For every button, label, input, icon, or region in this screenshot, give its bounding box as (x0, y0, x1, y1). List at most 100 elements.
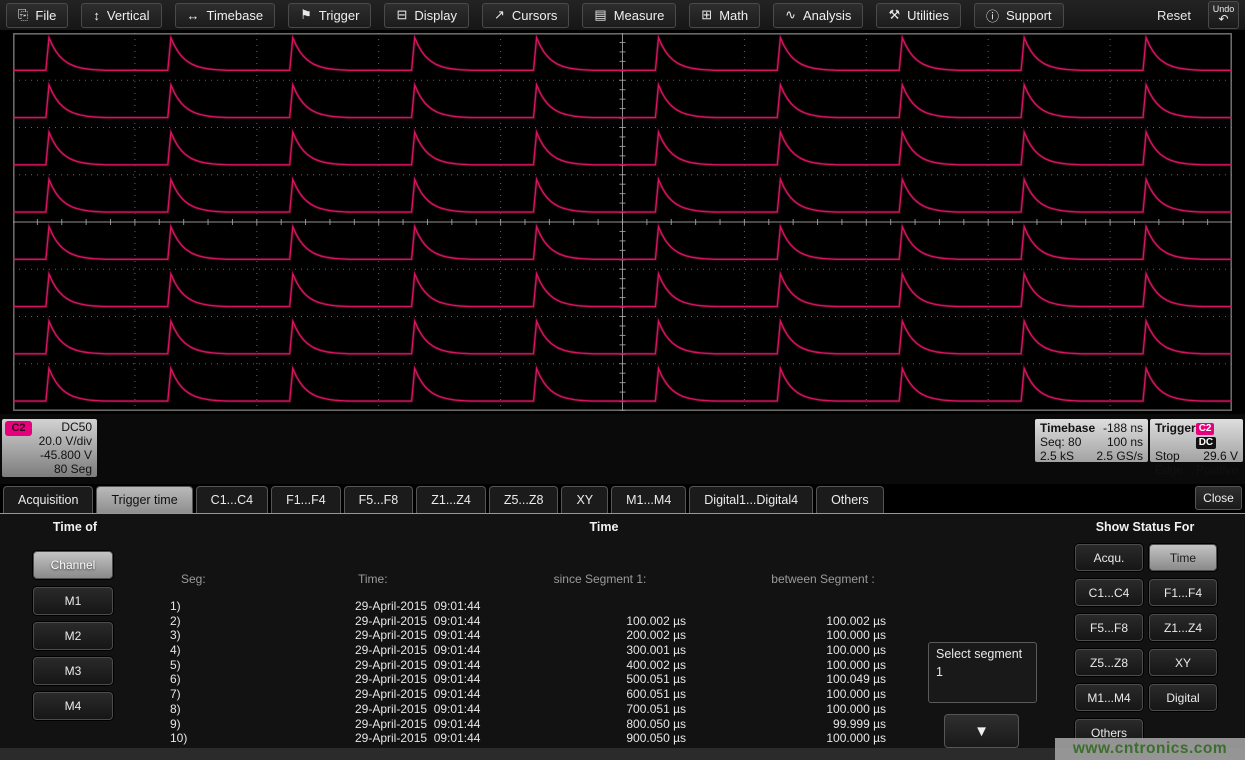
status-time-button[interactable]: Time (1149, 544, 1217, 571)
chart-icon: ∿ (785, 7, 796, 23)
cell-since: 100.002 µs (486, 614, 686, 629)
status-z1-z4-button[interactable]: Z1...Z4 (1149, 614, 1217, 641)
tab-m1-m4[interactable]: M1...M4 (611, 486, 686, 513)
status-z5-z8-button[interactable]: Z5...Z8 (1075, 649, 1143, 676)
undo-button[interactable]: Undo ↶ (1208, 1, 1239, 29)
cell-time: 29-April-2015 09:01:44 (355, 717, 480, 732)
timebase-title: Timebase (1040, 421, 1095, 435)
graticule (13, 33, 1232, 411)
menu-cursors-button[interactable]: ↗Cursors (482, 3, 569, 28)
menu-label: Measure (614, 8, 665, 23)
cell-between: 99.999 µs (686, 717, 886, 732)
select-segment-value: 1 (936, 665, 1029, 680)
table-row: 8)29-April-2015 09:01:44700.051 µs100.00… (0, 702, 1000, 717)
trigger-mode: Stop (1155, 449, 1180, 463)
timebase-per-div: 100 ns (1107, 435, 1143, 449)
menu-vertical-button[interactable]: ↕ Vertical (81, 3, 161, 28)
cell-between: 100.049 µs (686, 672, 886, 687)
tab-f1-f4[interactable]: F1...F4 (271, 486, 341, 513)
status-m1-m4-button[interactable]: M1...M4 (1075, 684, 1143, 711)
tab-others[interactable]: Others (816, 486, 884, 513)
flag-icon: ⚑ (300, 7, 312, 23)
m2-button[interactable]: M2 (33, 622, 113, 650)
show-status-title: Show Status For (1065, 520, 1225, 534)
close-button[interactable]: Close (1195, 486, 1242, 510)
undo-arrow-icon: ↶ (1218, 14, 1228, 25)
menu-label: Analysis (803, 8, 851, 23)
tab-trigger-time[interactable]: Trigger time (96, 486, 192, 513)
reset-button[interactable]: Reset (1157, 8, 1195, 23)
segment-table-headers: Seg: Time: since Segment 1: between Segm… (0, 572, 1000, 586)
m3-button[interactable]: M3 (33, 657, 113, 685)
status-f1-f4-button[interactable]: F1...F4 (1149, 579, 1217, 606)
vertical-arrows-icon: ↕ (93, 8, 100, 23)
cell-time: 29-April-2015 09:01:44 (355, 643, 480, 658)
timebase-descriptor[interactable]: Timebase -188 ns Seq: 80 100 ns 2.5 kS 2… (1035, 419, 1148, 462)
menu-label: Support (1006, 8, 1052, 23)
watermark: www.cntronics.com (1055, 738, 1245, 760)
tab-z1-z4[interactable]: Z1...Z4 (416, 486, 486, 513)
timebase-seq: Seq: 80 (1040, 435, 1081, 449)
segment-table: 1)29-April-2015 09:01:442)29-April-2015 … (0, 599, 1000, 746)
waveform-display[interactable] (0, 31, 1245, 414)
menu-timebase-button[interactable]: ↔ Timebase (175, 3, 276, 28)
tab-f5-f8[interactable]: F5...F8 (344, 486, 414, 513)
menu-analysis-button[interactable]: ∿ Analysis (773, 3, 863, 28)
menu-label: File (35, 8, 56, 23)
cell-time: 29-April-2015 09:01:44 (355, 658, 480, 673)
tab-c1-c4[interactable]: C1...C4 (196, 486, 268, 513)
cell-between: 100.000 µs (686, 702, 886, 717)
m1-button[interactable]: M1 (33, 587, 113, 615)
table-row: 5)29-April-2015 09:01:44400.002 µs100.00… (0, 658, 1000, 673)
cell-time: 29-April-2015 09:01:44 (355, 614, 480, 629)
status-digital-button[interactable]: Digital (1149, 684, 1217, 711)
channel-button[interactable]: Channel (33, 551, 113, 579)
cell-seg: 10) (170, 731, 187, 746)
cell-between: 100.000 µs (686, 643, 886, 658)
channel-descriptor-c2[interactable]: C2 DC50 20.0 V/div -45.800 V 80 Seg (2, 419, 97, 477)
cell-seg: 1) (170, 599, 181, 614)
status-f5-f8-button[interactable]: F5...F8 (1075, 614, 1143, 641)
menu-label: Vertical (107, 8, 150, 23)
menu-measure-button[interactable]: ▤Measure (582, 3, 676, 28)
horizontal-arrows-icon: ↔ (187, 8, 200, 23)
cell-between: 100.000 µs (686, 628, 886, 643)
tab-xy[interactable]: XY (561, 486, 608, 513)
status-c1-c4-button[interactable]: C1...C4 (1075, 579, 1143, 606)
trigger-title: Trigger (1155, 421, 1196, 449)
menu-trigger-button[interactable]: ⚑Trigger (288, 3, 371, 28)
menu-support-button[interactable]: ⓘSupport (974, 3, 1064, 28)
menu-label: Utilities (907, 8, 949, 23)
menu-label: Timebase (207, 8, 264, 23)
tab-acquisition[interactable]: Acquisition (3, 486, 93, 513)
menu-file-button[interactable]: ⎘File (6, 3, 68, 28)
cell-seg: 5) (170, 658, 181, 673)
table-row: 3)29-April-2015 09:01:44200.002 µs100.00… (0, 628, 1000, 643)
select-segment-field[interactable]: Select segment 1 (928, 642, 1037, 703)
cell-time: 29-April-2015 09:01:44 (355, 687, 480, 702)
header-seg: Seg: (181, 572, 206, 586)
tools-icon: ⚒ (888, 7, 900, 23)
menu-math-button[interactable]: ⊞Math (689, 3, 760, 28)
waveform-plot (13, 33, 1232, 411)
table-row: 10)29-April-2015 09:01:44900.050 µs100.0… (0, 731, 1000, 746)
tab-z5-z8[interactable]: Z5...Z8 (489, 486, 559, 513)
trigger-descriptor[interactable]: Trigger C2 DC Stop 29.6 V Edge Positive (1150, 419, 1243, 462)
m4-button[interactable]: M4 (33, 692, 113, 720)
timebase-delay: -188 ns (1103, 421, 1143, 435)
header-between-segment: between Segment : (718, 572, 928, 586)
channel-segments: 80 Seg (7, 462, 92, 476)
tab-digital1-digital4[interactable]: Digital1...Digital4 (689, 486, 813, 513)
menu-utilities-button[interactable]: ⚒ Utilities (876, 3, 961, 28)
menubar: ⎘File ↕ Vertical ↔ Timebase ⚑Trigger ⊟Display ↗… (0, 0, 1245, 31)
menu-display-button[interactable]: ⊟Display (384, 3, 469, 28)
status-xy-button[interactable]: XY (1149, 649, 1217, 676)
menu-label: Cursors (512, 8, 558, 23)
descriptor-strip: C2 DC50 20.0 V/div -45.800 V 80 Seg Time… (0, 414, 1245, 484)
cell-between: 100.000 µs (686, 731, 886, 746)
cell-since: 600.051 µs (486, 687, 686, 702)
cell-since: 200.002 µs (486, 628, 686, 643)
cell-time: 29-April-2015 09:01:44 (355, 599, 480, 614)
status-acqu--button[interactable]: Acqu. (1075, 544, 1143, 571)
segment-down-button[interactable]: ▼ (944, 714, 1019, 748)
